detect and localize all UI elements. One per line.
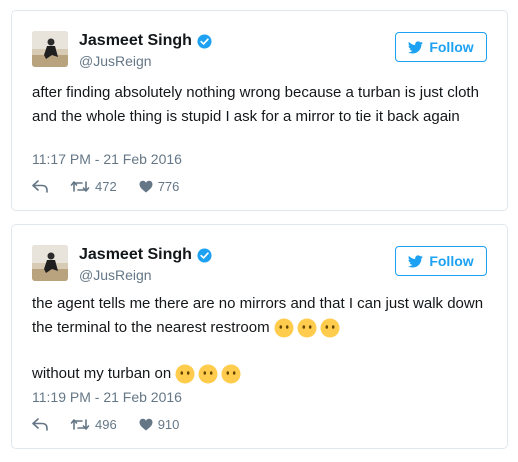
retweet-count: 496: [95, 417, 117, 432]
heart-icon: [139, 180, 153, 193]
tweet-timestamp[interactable]: 11:19 PM - 21 Feb 2016: [32, 389, 182, 405]
author-name-row: Jasmeet Singh: [79, 31, 212, 51]
avatar[interactable]: [32, 31, 68, 67]
follow-button[interactable]: Follow: [395, 246, 487, 276]
tweet-text-line: after finding absolutely nothing wrong b…: [32, 84, 479, 125]
author-name[interactable]: Jasmeet Singh: [79, 245, 192, 265]
tweet-text-line: the agent tells me there are no mirrors …: [32, 292, 492, 340]
retweet-icon: [70, 419, 90, 430]
heart-icon: [139, 418, 153, 431]
retweet-count: 472: [95, 179, 117, 194]
tweet-actions: 496 910: [32, 417, 201, 432]
reply-icon: [32, 180, 48, 193]
tweet-text: the agent tells me there are no mirrors …: [32, 292, 492, 386]
follow-button[interactable]: Follow: [395, 32, 487, 62]
emoji-group: [175, 364, 244, 384]
like-count: 776: [157, 179, 180, 194]
no-mouth-emoji-icon: [320, 318, 340, 338]
reply-button[interactable]: [32, 180, 48, 193]
no-mouth-emoji-icon: [274, 318, 294, 338]
tweet-text-span: without my turban on: [32, 365, 172, 382]
author-name-row: Jasmeet Singh: [79, 245, 212, 265]
no-mouth-emoji-icon: [297, 318, 317, 338]
retweet-icon: [70, 181, 90, 192]
twitter-bird-icon: [408, 254, 424, 268]
tweet-timestamp[interactable]: 11:17 PM - 21 Feb 2016: [32, 151, 182, 167]
retweet-button[interactable]: 472: [70, 179, 117, 194]
verified-badge-icon: [197, 247, 212, 263]
follow-label: Follow: [429, 39, 474, 55]
reply-button[interactable]: [32, 418, 48, 431]
author-handle[interactable]: @JusReign: [79, 53, 152, 69]
no-mouth-emoji-icon: [175, 364, 195, 384]
twitter-bird-icon: [408, 40, 424, 54]
tweet-text: after finding absolutely nothing wrong b…: [32, 81, 492, 129]
avatar[interactable]: [32, 245, 68, 281]
author-handle[interactable]: @JusReign: [79, 267, 152, 283]
like-button[interactable]: 910: [139, 417, 180, 432]
emoji-group: [274, 318, 343, 338]
tweet-text-line: without my turban on: [32, 362, 492, 386]
no-mouth-emoji-icon: [221, 364, 241, 384]
no-mouth-emoji-icon: [198, 364, 218, 384]
retweet-button[interactable]: 496: [70, 417, 117, 432]
author-name[interactable]: Jasmeet Singh: [79, 31, 192, 51]
like-button[interactable]: 776: [139, 179, 180, 194]
follow-label: Follow: [429, 253, 474, 269]
verified-badge-icon: [197, 33, 212, 49]
tweet-text-span: the agent tells me there are no mirrors …: [32, 295, 484, 336]
like-count: 910: [157, 417, 180, 432]
reply-icon: [32, 418, 48, 431]
tweet-actions: 472 776: [32, 179, 201, 194]
tweet-card: Jasmeet Singh @JusReign Follow after fin…: [11, 10, 508, 211]
tweet-card: Jasmeet Singh @JusReign Follow the agent…: [11, 224, 508, 449]
